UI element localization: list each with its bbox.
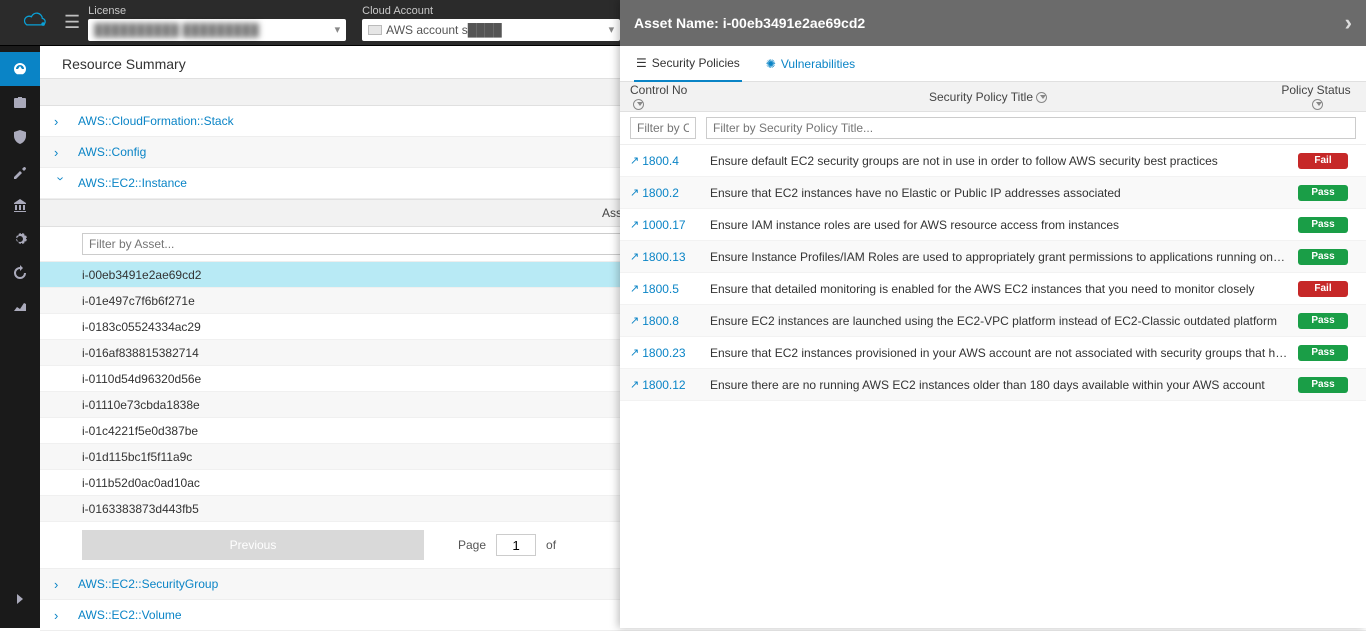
policy-table-header: Control No Security Policy Title Policy … (620, 82, 1366, 112)
policy-title: Ensure that detailed monitoring is enabl… (700, 282, 1298, 296)
panel-collapse-icon[interactable]: › (1345, 10, 1352, 36)
panel-tabs: ☰ Security Policies ✺ Vulnerabilities (620, 46, 1366, 82)
status-badge: Pass (1298, 377, 1348, 393)
status-badge: Pass (1298, 345, 1348, 361)
chevron-down-icon: › (54, 176, 69, 190)
external-link-icon: ↗ (630, 378, 639, 391)
control-link[interactable]: ↗1000.17 (630, 218, 700, 232)
filter-control-input[interactable] (630, 117, 696, 139)
external-link-icon: ↗ (630, 314, 639, 327)
control-no-header[interactable]: Control No (630, 83, 687, 97)
policy-title: Ensure IAM instance roles are used for A… (700, 218, 1298, 232)
chevron-right-icon: › (54, 145, 68, 160)
asset-detail-panel: Asset Name: i-00eb3491e2ae69cd2 › ☰ Secu… (620, 0, 1366, 628)
chevron-down-icon: ▾ (609, 23, 615, 36)
policy-title: Ensure EC2 instances are launched using … (700, 314, 1298, 328)
nav-history[interactable] (0, 256, 40, 290)
filter-title-input[interactable] (706, 117, 1356, 139)
tab-vulnerabilities[interactable]: ✺ Vulnerabilities (764, 46, 857, 82)
control-link[interactable]: ↗1800.8 (630, 314, 700, 328)
brand-logo (10, 11, 60, 34)
cloud-icon (22, 11, 48, 34)
control-link[interactable]: ↗1800.13 (630, 250, 700, 264)
status-badge: Pass (1298, 249, 1348, 265)
status-badge: Fail (1298, 281, 1348, 297)
control-link[interactable]: ↗1800.4 (630, 154, 700, 168)
external-link-icon: ↗ (630, 186, 639, 199)
policy-status-header[interactable]: Policy Status (1281, 83, 1350, 97)
nav-shield[interactable] (0, 120, 40, 154)
list-icon: ☰ (636, 56, 647, 70)
external-link-icon: ↗ (630, 250, 639, 263)
policy-title: Ensure that EC2 instances provisioned in… (700, 346, 1298, 360)
license-select[interactable]: ██████████ █████████ ▾ (88, 19, 346, 41)
aws-badge-icon (368, 25, 382, 35)
nav-settings[interactable] (0, 222, 40, 256)
chevron-right-icon: › (54, 577, 68, 592)
policy-title-header[interactable]: Security Policy Title (929, 90, 1033, 104)
nav-expand[interactable] (0, 582, 40, 616)
policy-row: ↗1800.4Ensure default EC2 security group… (620, 145, 1366, 177)
chevron-down-icon: ▾ (335, 23, 341, 36)
previous-button[interactable]: Previous (82, 530, 424, 560)
cloud-account-select[interactable]: AWS account s████ ▾ (362, 19, 620, 41)
page-input[interactable] (496, 534, 536, 556)
control-link[interactable]: ↗1800.2 (630, 186, 700, 200)
nav-tool[interactable] (0, 154, 40, 188)
menu-icon[interactable]: ☰ (64, 12, 80, 33)
external-link-icon: ↗ (630, 282, 639, 295)
policy-title: Ensure that EC2 instances have no Elasti… (700, 186, 1298, 200)
tab-security-policies[interactable]: ☰ Security Policies (634, 46, 742, 82)
policy-row: ↗1800.8Ensure EC2 instances are launched… (620, 305, 1366, 337)
policy-row: ↗1800.2Ensure that EC2 instances have no… (620, 177, 1366, 209)
chevron-right-icon: › (54, 608, 68, 623)
policy-title: Ensure default EC2 security groups are n… (700, 154, 1298, 168)
policy-row: ↗1000.17Ensure IAM instance roles are us… (620, 209, 1366, 241)
panel-title: Asset Name: i-00eb3491e2ae69cd2 (634, 15, 865, 31)
policy-row: ↗1800.5Ensure that detailed monitoring i… (620, 273, 1366, 305)
policy-title: Ensure there are no running AWS EC2 inst… (700, 378, 1298, 392)
control-link[interactable]: ↗1800.23 (630, 346, 700, 360)
sort-icon[interactable] (1036, 92, 1047, 103)
page-label: Page (458, 538, 486, 552)
sidebar (0, 46, 40, 628)
status-badge: Pass (1298, 217, 1348, 233)
nav-institution[interactable] (0, 188, 40, 222)
panel-header: Asset Name: i-00eb3491e2ae69cd2 › (620, 0, 1366, 46)
nav-briefcase[interactable] (0, 86, 40, 120)
status-badge: Pass (1298, 185, 1348, 201)
policy-row: ↗1800.12Ensure there are no running AWS … (620, 369, 1366, 401)
control-link[interactable]: ↗1800.12 (630, 378, 700, 392)
chevron-right-icon: › (54, 114, 68, 129)
external-link-icon: ↗ (630, 218, 639, 231)
policy-row: ↗1800.23Ensure that EC2 instances provis… (620, 337, 1366, 369)
nav-chart[interactable] (0, 290, 40, 324)
status-badge: Pass (1298, 313, 1348, 329)
status-badge: Fail (1298, 153, 1348, 169)
of-label: of (546, 538, 556, 552)
nav-dashboard[interactable] (0, 52, 40, 86)
bug-icon: ✺ (766, 57, 776, 71)
sort-icon[interactable] (633, 99, 644, 110)
policy-title: Ensure Instance Profiles/IAM Roles are u… (700, 250, 1298, 264)
policy-row: ↗1800.13Ensure Instance Profiles/IAM Rol… (620, 241, 1366, 273)
cloud-account-label: Cloud Account (362, 5, 620, 17)
external-link-icon: ↗ (630, 154, 639, 167)
license-label: License (88, 5, 346, 17)
sort-icon[interactable] (1312, 99, 1323, 110)
external-link-icon: ↗ (630, 346, 639, 359)
control-link[interactable]: ↗1800.5 (630, 282, 700, 296)
